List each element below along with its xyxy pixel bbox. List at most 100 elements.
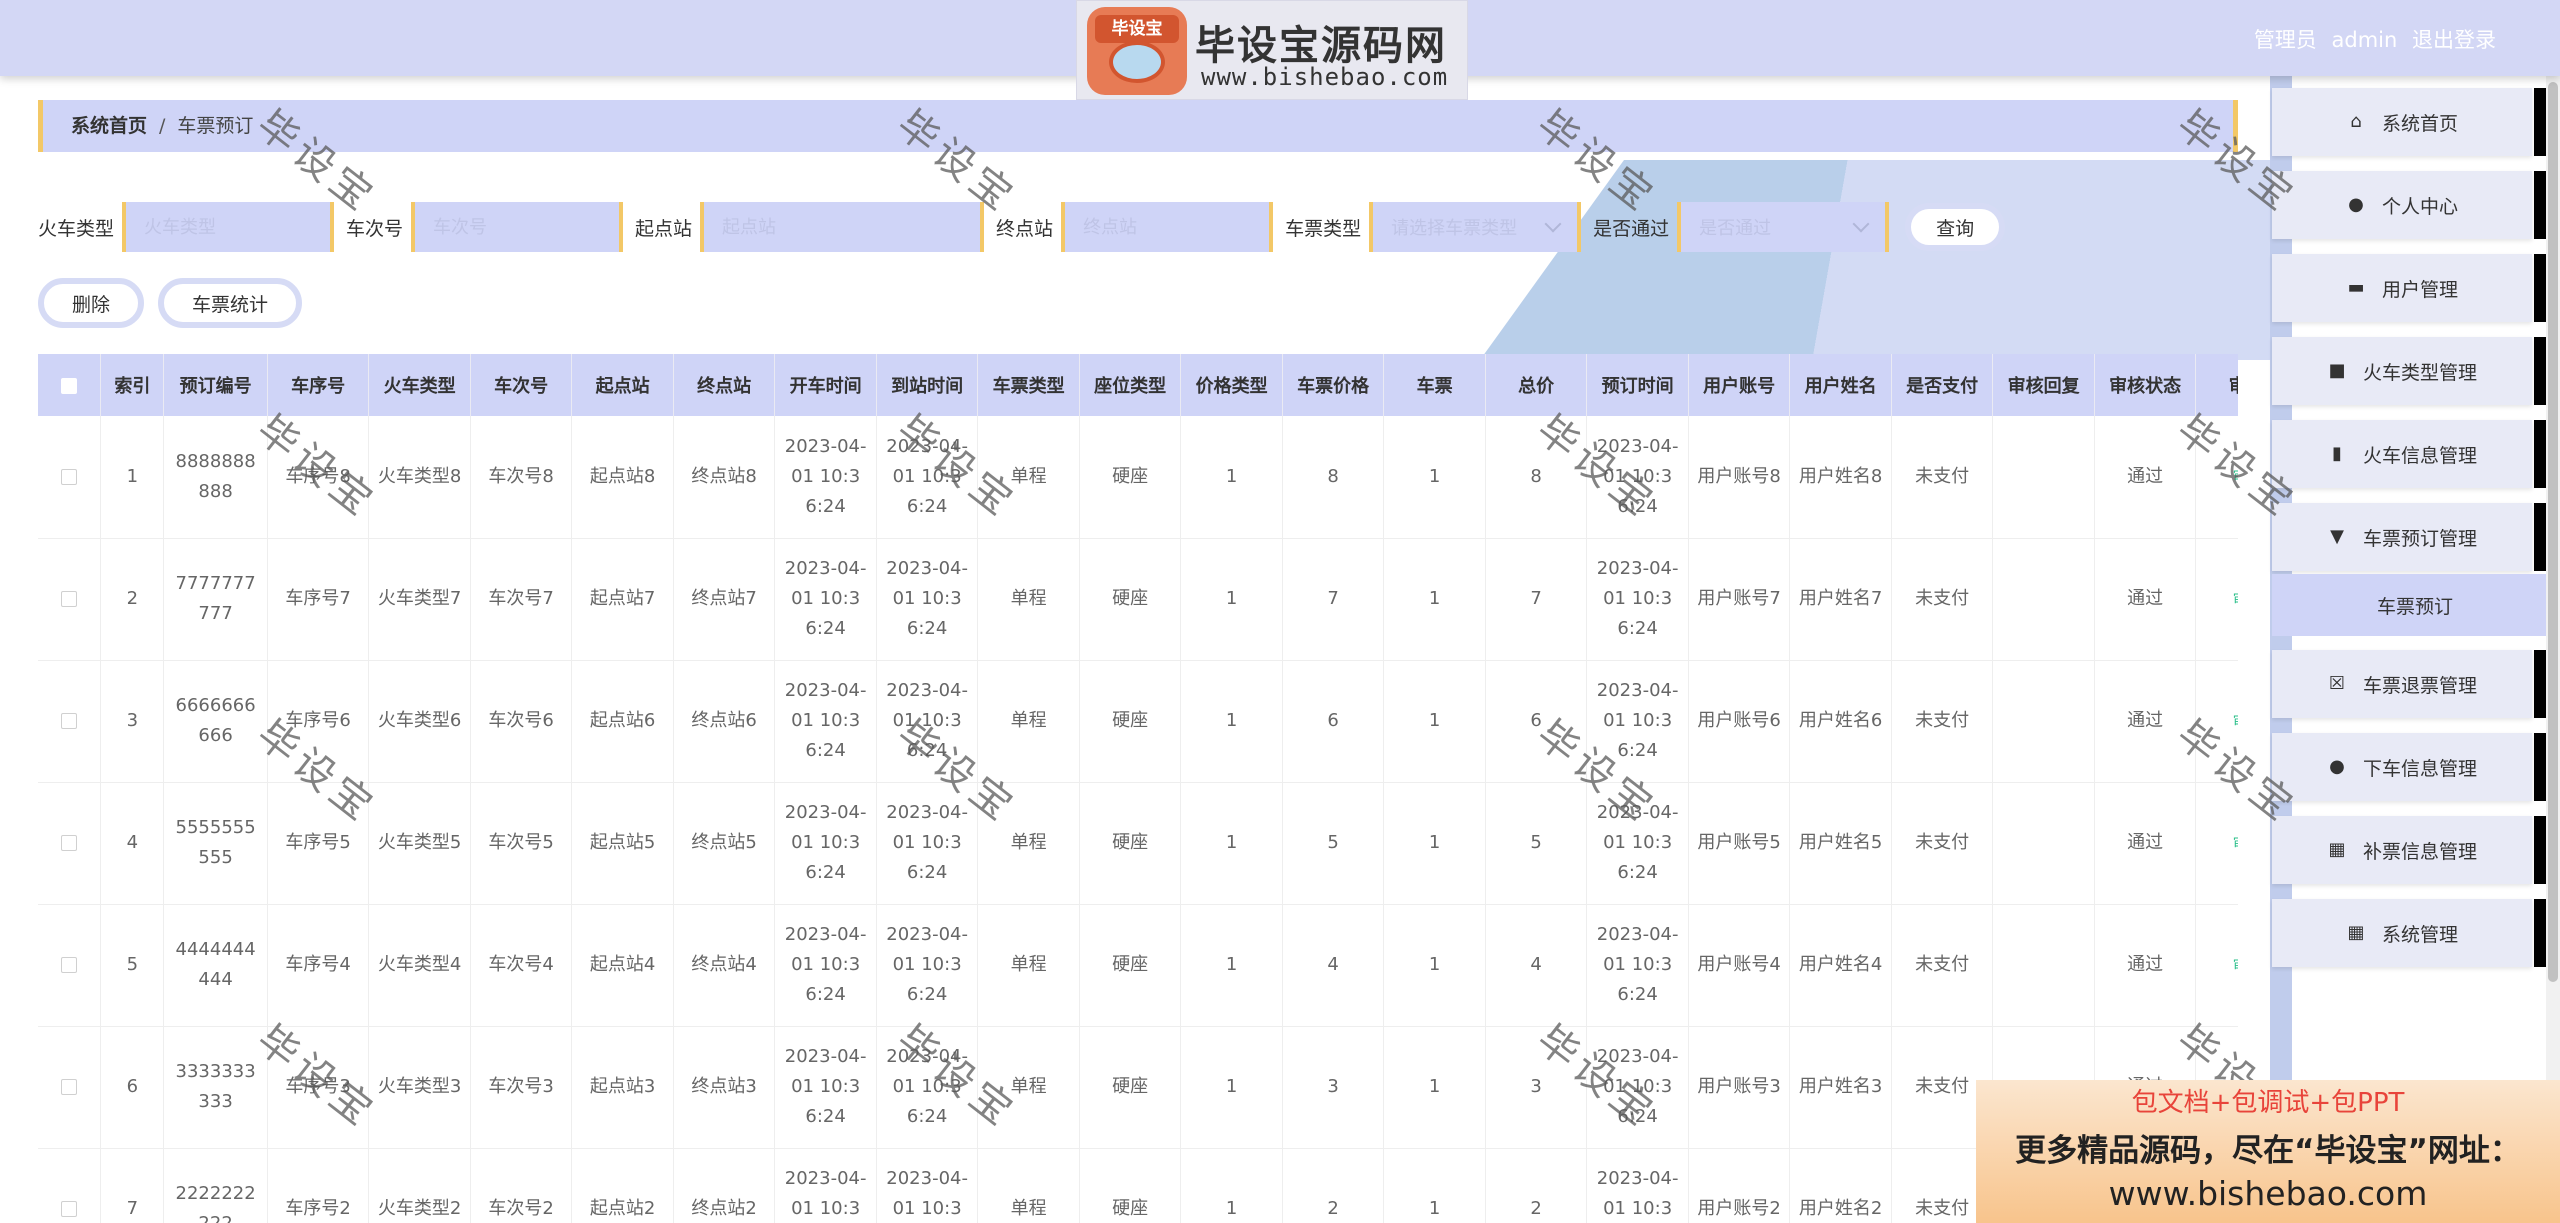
scrollbar-thumb[interactable] — [2548, 82, 2558, 982]
table-cell: 2023-04-01 10:36:24 — [1586, 660, 1689, 783]
table-cell: 起点站4 — [571, 904, 674, 1027]
row-select-cell[interactable] — [38, 538, 102, 661]
ticket-stats-button[interactable]: 车票统计 — [158, 278, 303, 328]
sidebar-item-supplement[interactable]: ▦ 补票信息管理 — [2272, 816, 2546, 884]
table-cell: 审核 — [2195, 660, 2238, 783]
table-cell: 2023-04-01 10:36:24 — [876, 1026, 979, 1149]
breadcrumb-home[interactable]: 系统首页 — [71, 115, 147, 137]
query-button[interactable]: 查询 — [1905, 203, 2006, 251]
table-cell: 车次号5 — [470, 782, 573, 905]
table-cell: 2023-04-01 10:36:24 — [774, 660, 877, 783]
sidebar-item-booking-mgmt[interactable]: ▼ 车票预订管理 — [2272, 503, 2546, 571]
table-cell: 审核 — [2195, 782, 2238, 905]
submenu-item-booking[interactable]: 车票预订 — [2272, 574, 2558, 636]
table-cell: 2023-04-01 10:36:24 — [774, 1148, 877, 1223]
sidebar-item-label: 车票退票管理 — [2362, 674, 2477, 697]
ticket-type-select[interactable]: 请选择车票类型 — [1369, 202, 1582, 252]
table-cell — [1992, 416, 2095, 539]
table-header-row: 索引 预订编号 车序号 火车类型 车次号 起点站 终点站 开车时间 到站时间 车… — [38, 354, 2238, 416]
train-number-input[interactable] — [411, 202, 624, 252]
table-row: 72222222222车序号2火车类型2车次号2起点站2终点站22023-04-… — [38, 1148, 2238, 1223]
row-select-cell[interactable] — [38, 1148, 102, 1223]
row-select-cell[interactable] — [38, 660, 102, 783]
table-cell: 2023-04-01 10:36:24 — [876, 660, 979, 783]
table-cell: 硬座 — [1079, 782, 1182, 905]
table-cell: 用户姓名6 — [1789, 660, 1892, 783]
table-cell: 2023-04-01 10:36:24 — [1586, 904, 1689, 1027]
start-station-input[interactable] — [700, 202, 985, 252]
table-cell — [1992, 904, 2095, 1027]
table-cell: 用户账号4 — [1688, 904, 1791, 1027]
sidebar-item-users[interactable]: ▬ 用户管理 — [2272, 254, 2546, 322]
table-cell: 通过 — [2094, 904, 2197, 1027]
promo-line-2: 更多精品源码，尽在“毕设宝”网址： — [2015, 1133, 2521, 1169]
audit-link[interactable]: 审核 — [2233, 714, 2238, 730]
row-select-cell[interactable] — [38, 904, 102, 1027]
table-cell: 用户姓名5 — [1789, 782, 1892, 905]
table-cell: 起点站6 — [571, 660, 674, 783]
row-checkbox[interactable] — [61, 835, 78, 851]
row-checkbox[interactable] — [61, 713, 78, 729]
logout-link[interactable]: 退出登录 — [2412, 28, 2496, 52]
table-cell: 车序号5 — [267, 782, 370, 905]
table-row: 1 8888888888 车序号8 火车类型8 车次号8 起点站8 终点站8 2023-04-… — [38, 416, 2238, 539]
table-cell — [1992, 660, 2095, 783]
table-cell: 火车类型5 — [368, 782, 471, 905]
audit-link[interactable]: 审核 — [2233, 836, 2238, 852]
column-header: 到站时间 — [876, 354, 979, 416]
table-cell — [1992, 782, 2095, 905]
column-header: 车票类型 — [977, 354, 1080, 416]
table-cell: 7 — [1282, 538, 1385, 661]
table-cell: 终点站2 — [673, 1148, 776, 1223]
sidebar-item-refund[interactable]: ☒ 车票退票管理 — [2272, 650, 2546, 718]
row-select-cell[interactable] — [38, 1026, 102, 1149]
sidebar-item-label: 补票信息管理 — [2362, 840, 2477, 863]
sidebar-item-train-types[interactable]: ■ 火车类型管理 — [2272, 337, 2546, 405]
table-cell: 硬座 — [1079, 1148, 1182, 1223]
audit-link[interactable]: 审核 — [2233, 469, 2238, 485]
table-cell: 7 — [1485, 538, 1588, 661]
column-header: 是否支付 — [1891, 354, 1994, 416]
train-type-input[interactable] — [122, 202, 335, 252]
sidebar-item-train-info[interactable]: ▮ 火车信息管理 — [2272, 420, 2546, 488]
delete-button[interactable]: 删除 — [38, 278, 145, 328]
grid-icon: ▦ — [2347, 922, 2365, 943]
table-cell: 起点站5 — [571, 782, 674, 905]
sidebar-item-profile[interactable]: ● 个人中心 — [2272, 171, 2546, 239]
row-checkbox[interactable] — [61, 591, 78, 607]
sidebar-item-system[interactable]: ▦ 系统管理 — [2272, 899, 2546, 967]
user-area: 管理员 admin 退出登录 — [2246, 24, 2496, 54]
site-logo: 毕设宝 毕设宝源码网 www.bishebao.com — [1076, 0, 1468, 100]
table-cell: 4444444444 — [163, 904, 268, 1027]
row-checkbox[interactable] — [61, 468, 78, 485]
table-cell: 用户姓名8 — [1789, 416, 1892, 539]
table-cell: 1 — [1180, 538, 1283, 661]
table-cell: 3333333333 — [163, 1026, 268, 1149]
row-checkbox[interactable] — [61, 957, 78, 973]
audit-link[interactable]: 审核 — [2233, 592, 2238, 608]
end-station-input[interactable] — [1061, 202, 1274, 252]
row-select-cell[interactable] — [38, 416, 102, 539]
logo-badge-icon: 毕设宝 — [1087, 7, 1187, 95]
table-cell: 单程 — [977, 1026, 1080, 1149]
table-cell: 用户姓名7 — [1789, 538, 1892, 661]
table-cell: 起点站7 — [571, 538, 674, 661]
table-row: 4 5555555555 车序号5 火车类型5 车次号5 起点站5 终点站5 2023-04-… — [38, 782, 2238, 905]
approved-select[interactable]: 是否通过 — [1677, 202, 1890, 252]
table-cell: 硬座 — [1079, 660, 1182, 783]
logo-url: www.bishebao.com — [1201, 63, 1449, 91]
audit-link[interactable]: 审核 — [2233, 958, 2238, 974]
table-cell: 终点站5 — [673, 782, 776, 905]
row-select-cell[interactable] — [38, 782, 102, 905]
sidebar-scrollbar[interactable] — [2546, 76, 2560, 1223]
table-cell: 1 — [100, 416, 165, 539]
select-all-header[interactable] — [38, 354, 102, 416]
table-cell: 火车类型2 — [368, 1148, 471, 1223]
sidebar-item-alighting[interactable]: ● 下车信息管理 — [2272, 733, 2546, 801]
sidebar-item-home[interactable]: ⌂ 系统首页 — [2272, 88, 2546, 156]
table-cell: 2222222222 — [163, 1148, 268, 1223]
row-checkbox[interactable] — [61, 1201, 78, 1217]
row-checkbox[interactable] — [61, 1079, 78, 1095]
select-all-checkbox[interactable] — [61, 377, 78, 394]
sidebar-item-label: 下车信息管理 — [2362, 757, 2477, 780]
